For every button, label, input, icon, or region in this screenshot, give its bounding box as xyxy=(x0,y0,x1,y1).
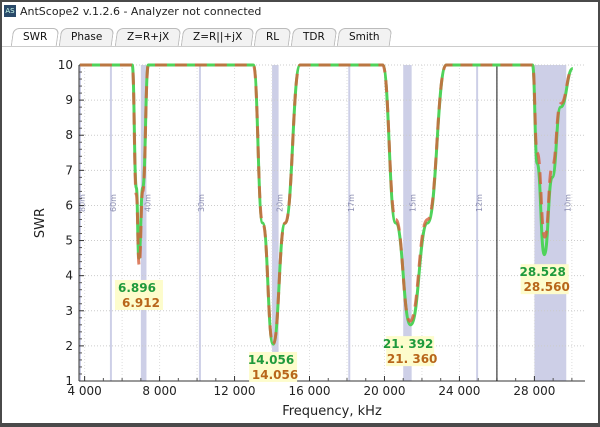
x-tick-label: 12 000 xyxy=(214,384,256,398)
marker-freq-green: 28.528 xyxy=(520,265,566,279)
x-tick-label: 20 000 xyxy=(363,384,405,398)
marker-freq-red: 14.056 xyxy=(252,368,298,382)
band-60m xyxy=(109,65,112,381)
x-tick-label: 28 000 xyxy=(513,384,555,398)
swr-chart[interactable]: 80m 60m 40m 30m 20m 17m 15m 12m 10m123456789104 … xyxy=(0,0,600,427)
band-30m xyxy=(198,65,201,381)
band-label: 60m xyxy=(109,194,118,212)
x-axis-label: Frequency, kHz xyxy=(282,404,382,419)
band-15m xyxy=(403,65,412,381)
y-tick-label: 5 xyxy=(65,234,73,248)
band-label: 17m xyxy=(347,194,356,212)
marker-freq-red: 21. 360 xyxy=(387,352,437,366)
band-12m xyxy=(476,65,479,381)
y-tick-label: 9 xyxy=(65,93,73,107)
y-tick-label: 3 xyxy=(65,304,73,318)
y-tick-label: 6 xyxy=(65,198,73,212)
band-label: 40m xyxy=(143,194,152,212)
x-tick-label: 4 000 xyxy=(67,384,101,398)
x-tick-label: 8 000 xyxy=(142,384,176,398)
marker-freq-green: 6.896 xyxy=(118,281,156,295)
marker-freq-red: 28.560 xyxy=(524,280,570,294)
y-axis-label: SWR xyxy=(33,208,48,238)
band-10m xyxy=(534,65,567,381)
band-label: 20m xyxy=(276,194,285,212)
x-tick-label: 16 000 xyxy=(289,384,331,398)
band-label: 30m xyxy=(197,194,206,212)
y-tick-label: 7 xyxy=(65,163,73,177)
band-17m xyxy=(348,65,351,381)
y-tick-label: 2 xyxy=(65,339,73,353)
band-label: 12m xyxy=(475,194,484,212)
marker-freq-red: 6.912 xyxy=(122,296,160,310)
marker-freq-green: 14.056 xyxy=(248,353,294,367)
y-tick-label: 4 xyxy=(65,269,73,283)
band-label: 10m xyxy=(563,194,572,212)
y-tick-label: 10 xyxy=(58,58,73,72)
x-tick-label: 24 000 xyxy=(438,384,480,398)
y-tick-label: 8 xyxy=(65,128,73,142)
band-label: 15m xyxy=(409,194,418,212)
marker-freq-green: 21. 392 xyxy=(383,337,433,351)
